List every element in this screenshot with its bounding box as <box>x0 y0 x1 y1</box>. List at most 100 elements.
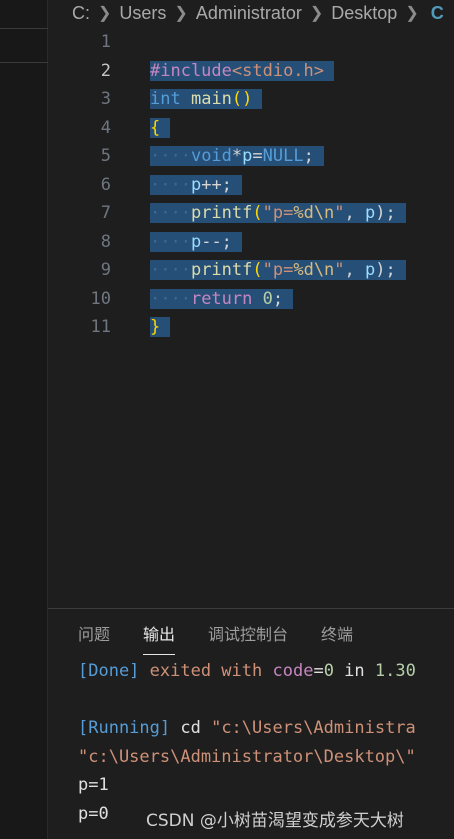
code-token: ++; <box>201 174 232 195</box>
output-token: exited with <box>139 661 273 681</box>
code-token: ( <box>252 203 263 223</box>
code-line[interactable]: 2 #include<stdio.h> <box>48 57 454 86</box>
code-token: { <box>150 117 161 138</box>
panel-tab[interactable]: 问题 <box>78 621 110 651</box>
line-number: 9 <box>100 260 111 280</box>
code-token: p <box>242 146 253 166</box>
code-line[interactable]: 11} <box>48 313 454 342</box>
chevron-right-icon: ❯ <box>174 5 188 22</box>
selection-highlight: ····p--; <box>150 231 242 252</box>
line-number: 11 <box>90 317 111 337</box>
output-token: cd <box>170 718 212 738</box>
code-line[interactable]: 1 <box>48 28 454 57</box>
selection-highlight: ····return 0; <box>150 288 294 309</box>
code-token: "p= <box>262 260 294 280</box>
line-number: 10 <box>90 288 111 309</box>
panel-tab[interactable]: 调试控制台 <box>208 621 288 651</box>
code-token: ); <box>375 203 396 223</box>
output-token: [Running] <box>78 718 171 738</box>
code-token: , <box>344 203 366 223</box>
code-line[interactable]: 6 ····p++; <box>48 171 454 200</box>
code-token: ···· <box>150 288 191 309</box>
code-text: { <box>150 114 171 143</box>
watermark: CSDN @小树苗渴望变成参天大树 <box>146 811 404 831</box>
output-token: 0 <box>323 661 334 681</box>
c-file-icon[interactable]: C <box>431 3 444 24</box>
code-token: ···· <box>150 174 191 195</box>
output-console[interactable]: [Done] exited with code=0 in 1.30 [Runnin… <box>78 657 454 828</box>
code-line[interactable]: 3 int main() <box>48 85 454 114</box>
code-token: ···· <box>150 231 191 252</box>
code-token: = <box>252 146 263 166</box>
code-editor[interactable]: 1 2 #include<stdio.h> 3 int main() 4{5 ····voi… <box>48 28 454 608</box>
code-text: ····printf("p=%d\n", p); <box>150 256 406 285</box>
code-token: printf <box>190 260 253 280</box>
output-token: 1.30 <box>374 661 416 681</box>
code-token: } <box>150 317 161 337</box>
line-number: 3 <box>100 89 111 109</box>
code-token: void <box>190 146 232 166</box>
code-token: ( <box>252 260 263 280</box>
chevron-right-icon: ❯ <box>98 5 112 22</box>
breadcrumb-item-administrator[interactable]: Administrator <box>196 3 302 24</box>
breadcrumb: C: ❯ Users ❯ Administrator ❯ Desktop ❯ C <box>72 0 454 26</box>
line-number: 5 <box>100 146 111 166</box>
output-line: p=1 <box>78 771 454 800</box>
output-line: "c:\Users\Administrator\Desktop\" <box>78 743 454 772</box>
code-line[interactable]: 7 ····printf("p=%d\n", p); <box>48 199 454 228</box>
code-token: "p= <box>262 203 294 223</box>
code-text: ····printf("p=%d\n", p); <box>150 199 406 228</box>
code-token: ); <box>375 260 396 280</box>
selection-highlight: { <box>150 117 171 138</box>
code-line[interactable]: 9 ····printf("p=%d\n", p); <box>48 256 454 285</box>
code-line[interactable]: 10 ····return 0; <box>48 285 454 314</box>
selection-highlight: ····printf("p=%d\n", p); <box>150 203 406 223</box>
output-token: = <box>313 661 324 681</box>
code-text: ····p--; <box>150 228 242 257</box>
code-token: p <box>365 203 376 223</box>
chevron-right-icon: ❯ <box>405 5 419 22</box>
breadcrumb-item-desktop[interactable]: Desktop <box>331 3 397 24</box>
panel-tabs: 问题 输出 调试控制台 终端 <box>78 621 353 659</box>
code-token: " <box>334 203 345 223</box>
code-token: #include <box>150 60 232 81</box>
panel-tab[interactable]: 输出 <box>143 621 176 655</box>
code-token: 0 <box>262 288 273 309</box>
sidebar-divider <box>0 28 48 29</box>
breadcrumb-item-users[interactable]: Users <box>119 3 166 24</box>
code-text: ····return 0; <box>150 285 294 314</box>
output-line: [Running] cd "c:\Users\Administra <box>78 714 454 743</box>
line-number: 4 <box>100 117 111 138</box>
output-token: "c:\Users\Administra <box>211 718 416 738</box>
breadcrumb-item-drive[interactable]: C: <box>72 3 90 24</box>
selection-highlight: #include<stdio.h> <box>150 60 335 81</box>
line-number: 8 <box>100 231 111 252</box>
code-token: * <box>231 146 243 166</box>
code-token: ; <box>272 288 284 309</box>
code-text: ····p++; <box>150 171 242 200</box>
code-token: --; <box>201 231 232 252</box>
code-token: p <box>190 231 202 252</box>
panel-tab[interactable]: 终端 <box>321 621 353 651</box>
line-number: 7 <box>100 203 111 223</box>
selection-highlight: int main() <box>150 89 263 109</box>
output-token: p=0 <box>78 803 109 824</box>
code-line[interactable]: 4{ <box>48 114 454 143</box>
code-line[interactable]: 5 ····void*p=NULL; <box>48 142 454 171</box>
code-token: %d\n <box>293 260 335 280</box>
output-token: "c:\Users\Administrator\Desktop\" <box>78 746 416 767</box>
bottom-panel: 问题 输出 调试控制台 终端 [Done] exited with code=0 in… <box>48 608 454 839</box>
code-token: ···· <box>150 260 191 280</box>
code-token: printf <box>190 203 253 223</box>
code-token: p <box>190 174 202 195</box>
output-token: code <box>272 661 314 681</box>
output-token: in <box>333 661 375 681</box>
code-text: } <box>150 313 171 342</box>
line-number: 6 <box>100 174 111 195</box>
code-token: " <box>334 260 345 280</box>
code-line[interactable]: 8 ····p--; <box>48 228 454 257</box>
code-token: , <box>344 260 366 280</box>
output-token: [Done] <box>78 661 140 681</box>
